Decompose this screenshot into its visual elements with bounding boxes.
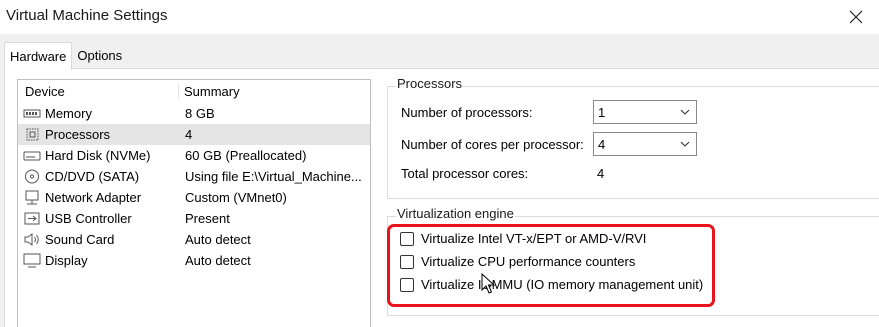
checkbox-label: Virtualize IOMMU (IO memory management u… xyxy=(421,277,704,292)
close-icon xyxy=(849,10,863,24)
cd-dvd-icon xyxy=(22,169,42,185)
device-name: Processors xyxy=(45,127,111,142)
chevron-down-icon xyxy=(680,109,690,115)
device-summary: 60 GB (Preallocated) xyxy=(185,148,307,163)
device-row-network-adapter[interactable]: Network Adapter Custom (VMnet0) xyxy=(18,187,370,208)
device-summary: Present xyxy=(185,211,230,226)
summary-column-header[interactable]: Summary xyxy=(179,84,240,99)
cores-per-processor-value: 4 xyxy=(598,136,606,152)
device-row-hard-disk[interactable]: Hard Disk (NVMe) 60 GB (Preallocated) xyxy=(18,145,370,166)
device-row-memory[interactable]: Memory 8 GB xyxy=(18,103,370,124)
num-processors-select[interactable]: 1 xyxy=(593,100,697,124)
total-cores-label: Total processor cores: xyxy=(401,166,529,181)
usb-icon xyxy=(22,211,42,227)
virtualize-iommu-checkbox[interactable]: Virtualize IOMMU (IO memory management u… xyxy=(400,277,703,292)
processor-icon xyxy=(22,127,42,143)
total-cores-value: 4 xyxy=(597,166,605,181)
device-column-header[interactable]: Device xyxy=(18,84,179,99)
processors-group: Processors Number of processors: 1 Numbe… xyxy=(387,76,879,199)
virtualization-group-title: Virtualization engine xyxy=(396,206,515,221)
device-summary: Using file E:\Virtual_Machine... xyxy=(185,169,362,184)
processors-group-title: Processors xyxy=(396,76,464,91)
checkbox[interactable] xyxy=(400,231,414,246)
device-row-display[interactable]: Display Auto detect xyxy=(18,250,370,271)
device-name: CD/DVD (SATA) xyxy=(45,169,140,184)
chevron-down-icon xyxy=(680,141,690,147)
device-list: Device Summary Memory 8 GB Processors 4 … xyxy=(17,79,371,327)
num-processors-value: 1 xyxy=(598,104,606,120)
device-row-cd-dvd[interactable]: CD/DVD (SATA) Using file E:\Virtual_Mach… xyxy=(18,166,370,187)
num-processors-label: Number of processors: xyxy=(401,105,533,120)
dialog-body: Hardware Options Device Summary Memory 8… xyxy=(0,34,879,327)
title-bar: Virtual Machine Settings xyxy=(0,0,879,34)
checkbox-label: Virtualize CPU performance counters xyxy=(421,254,636,269)
device-name: Hard Disk (NVMe) xyxy=(45,148,151,163)
cores-per-processor-select[interactable]: 4 xyxy=(593,132,697,156)
speaker-icon xyxy=(22,232,42,248)
tab-hardware[interactable]: Hardware xyxy=(4,42,73,70)
device-summary: 4 xyxy=(185,127,193,142)
device-name: Network Adapter xyxy=(45,190,142,205)
virtualize-perf-counters-checkbox[interactable]: Virtualize CPU performance counters xyxy=(400,254,635,269)
device-summary: Custom (VMnet0) xyxy=(185,190,287,205)
device-row-processors[interactable]: Processors 4 xyxy=(18,124,370,145)
hard-disk-icon xyxy=(22,148,42,164)
tab-strip: Hardware Options xyxy=(4,42,127,70)
device-list-header: Device Summary xyxy=(18,80,370,103)
device-name: Memory xyxy=(45,106,92,121)
virtualize-vtx-checkbox[interactable]: Virtualize Intel VT-x/EPT or AMD-V/RVI xyxy=(400,231,646,246)
tab-options[interactable]: Options xyxy=(72,42,127,69)
device-summary: 8 GB xyxy=(185,106,215,121)
network-adapter-icon xyxy=(22,190,42,206)
virtualization-group: Virtualization engine Virtualize Intel V… xyxy=(387,206,879,316)
device-summary: Auto detect xyxy=(185,232,251,247)
device-name: USB Controller xyxy=(45,211,132,226)
display-icon xyxy=(22,253,42,269)
cores-per-processor-label: Number of cores per processor: xyxy=(401,137,584,152)
checkbox[interactable] xyxy=(400,277,414,292)
checkbox-label: Virtualize Intel VT-x/EPT or AMD-V/RVI xyxy=(421,231,647,246)
device-name: Display xyxy=(45,253,88,268)
device-summary: Auto detect xyxy=(185,253,251,268)
close-button[interactable] xyxy=(833,0,879,34)
device-row-usb-controller[interactable]: USB Controller Present xyxy=(18,208,370,229)
memory-icon xyxy=(22,106,42,122)
device-name: Sound Card xyxy=(45,232,115,247)
hardware-panel: Device Summary Memory 8 GB Processors 4 … xyxy=(4,68,879,327)
checkbox[interactable] xyxy=(400,254,414,269)
window-title: Virtual Machine Settings xyxy=(6,7,168,24)
device-row-sound-card[interactable]: Sound Card Auto detect xyxy=(18,229,370,250)
